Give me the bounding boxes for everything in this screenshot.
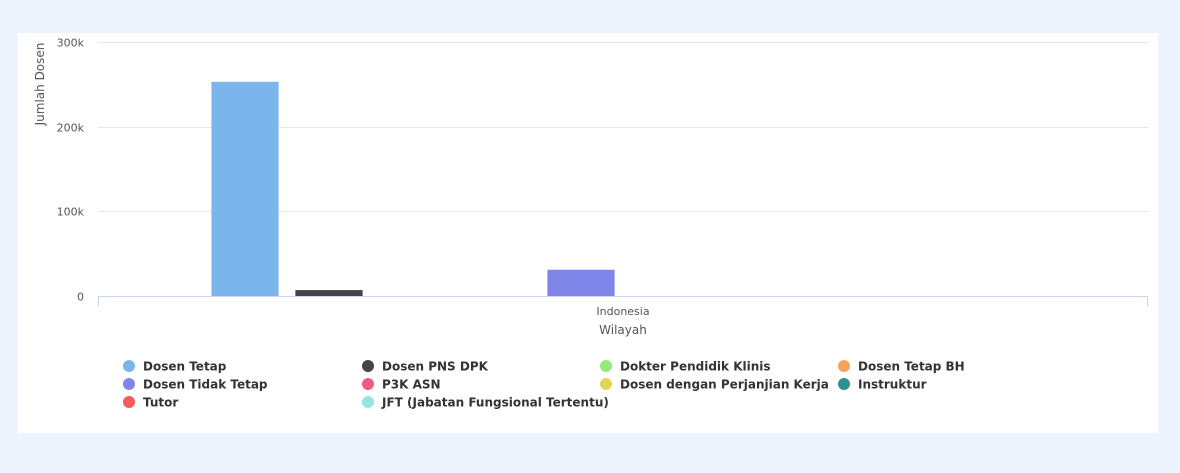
x-axis-title: Wilayah: [599, 323, 647, 337]
legend-label: Tutor: [143, 396, 178, 410]
legend-marker: [362, 360, 374, 372]
legend-item[interactable]: JFT (Jabatan Fungsional Tertentu): [362, 396, 609, 410]
y-axis-title: Jumlah Dosen: [33, 43, 47, 127]
y-tick-label: 200k: [57, 122, 85, 135]
legend-label: Dosen dengan Perjanjian Kerja: [620, 378, 829, 392]
y-axis-ticks: 0 100k 200k 300k: [57, 37, 85, 304]
legend-label: Dosen PNS DPK: [382, 360, 489, 374]
legend-label: Dosen Tidak Tetap: [143, 378, 268, 392]
legend-item[interactable]: Dosen Tidak Tetap: [123, 378, 268, 392]
legend-marker: [838, 360, 850, 372]
legend-marker: [600, 378, 612, 390]
legend-item[interactable]: Dokter Pendidik Klinis: [600, 360, 771, 374]
legend-label: Instruktur: [858, 378, 927, 392]
legend-label: Dosen Tetap: [143, 360, 227, 374]
legend-item[interactable]: P3K ASN: [362, 378, 441, 392]
legend-marker: [123, 378, 135, 390]
legend-item[interactable]: Dosen Tetap BH: [838, 360, 965, 374]
legend-label: P3K ASN: [382, 378, 441, 392]
legend-marker: [362, 378, 374, 390]
legend-label: Dokter Pendidik Klinis: [620, 360, 771, 374]
legend-marker: [600, 360, 612, 372]
legend: Dosen Tetap Dosen PNS DPK Dokter Pendidik …: [123, 360, 965, 410]
y-tick-label: 0: [77, 291, 84, 304]
bar-chart: 0 100k 200k 300k Indonesia Wilayah Jumlah D…: [33, 37, 1148, 410]
legend-marker: [123, 396, 135, 408]
legend-item[interactable]: Dosen PNS DPK: [362, 360, 489, 374]
bar-dosen-tidak-tetap[interactable]: [547, 269, 615, 296]
legend-item[interactable]: Dosen Tetap: [123, 360, 227, 374]
y-tick-label: 300k: [57, 37, 85, 50]
legend-item[interactable]: Dosen dengan Perjanjian Kerja: [600, 378, 829, 392]
legend-marker: [123, 360, 135, 372]
x-category-label: Indonesia: [596, 305, 649, 318]
legend-item[interactable]: Instruktur: [838, 378, 927, 392]
legend-label: JFT (Jabatan Fungsional Tertentu): [381, 396, 609, 410]
bars: [211, 81, 615, 296]
legend-item[interactable]: Tutor: [123, 396, 178, 410]
bar-dosen-pns-dpk[interactable]: [295, 290, 363, 296]
legend-marker: [838, 378, 850, 390]
legend-marker: [362, 396, 374, 408]
bar-dosen-tetap[interactable]: [211, 81, 279, 296]
legend-label: Dosen Tetap BH: [858, 360, 965, 374]
y-tick-label: 100k: [57, 206, 85, 219]
